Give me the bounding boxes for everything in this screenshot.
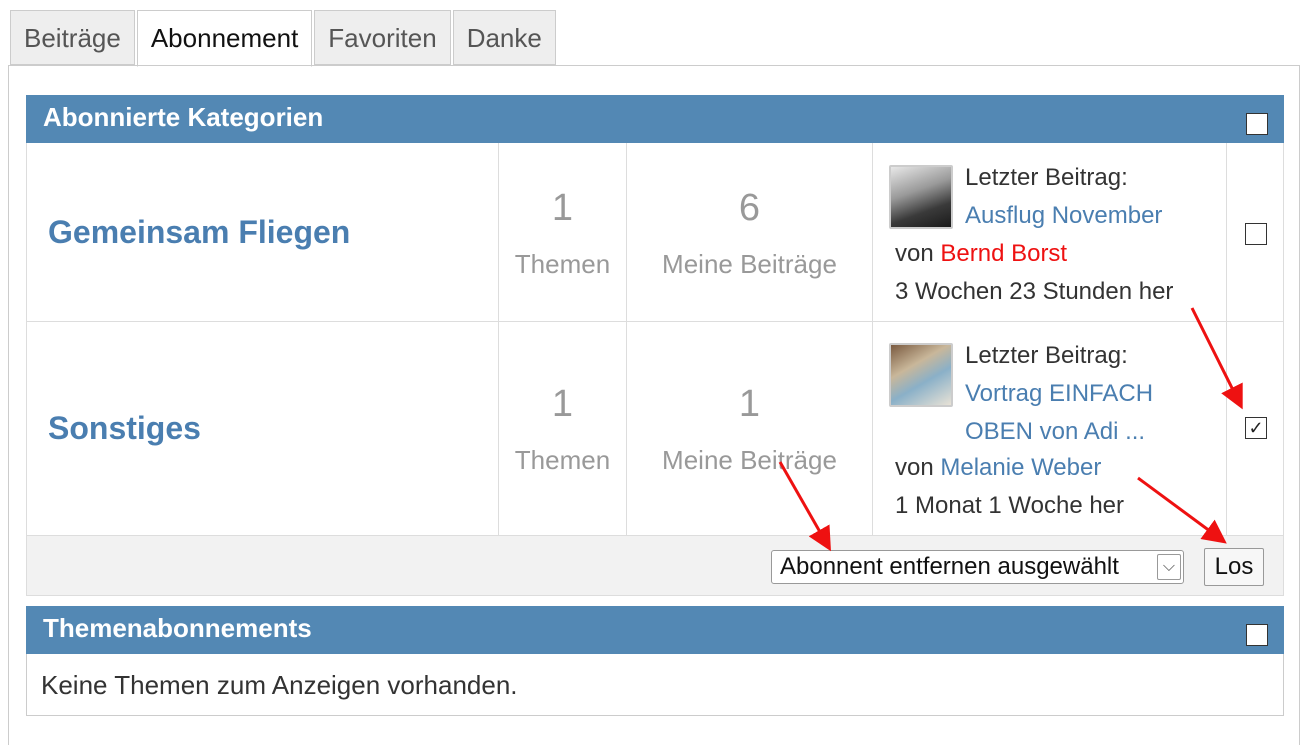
- category-link[interactable]: Sonstiges: [48, 321, 201, 535]
- row-checkbox[interactable]: [1245, 223, 1267, 245]
- topics-label: Themen: [514, 445, 611, 475]
- last-post-label: Letzter Beitrag:: [965, 164, 1128, 191]
- author-link[interactable]: Bernd Borst: [940, 240, 1067, 267]
- last-post-cell: Letzter Beitrag: Vortrag EINFACH OBEN vo…: [873, 321, 1227, 535]
- bulk-action-selected: Abonnent entfernen ausgewählt: [780, 553, 1119, 580]
- last-post-info: Letzter Beitrag: Ausflug November: [965, 159, 1225, 235]
- last-post-label: Letzter Beitrag:: [965, 342, 1128, 369]
- author-link[interactable]: Melanie Weber: [940, 454, 1101, 481]
- by-label: von: [895, 454, 934, 481]
- topics-section-title: Themenabonnements: [43, 613, 312, 643]
- select-all-topics-checkbox[interactable]: [1246, 624, 1268, 646]
- category-row: Gemeinsam Fliegen 1 Themen 6 Meine Beitr…: [27, 143, 1283, 322]
- row-check-cell: ✓: [1227, 321, 1283, 535]
- posts-label: Meine Beiträge: [662, 249, 837, 279]
- topics-label: Themen: [514, 249, 611, 279]
- posts-count-cell: 6 Meine Beiträge: [627, 143, 873, 321]
- tab-bar: Beiträge Abonnement Favoriten Danke: [10, 10, 558, 67]
- category-link[interactable]: Gemeinsam Fliegen: [48, 143, 350, 321]
- chevron-down-icon[interactable]: ⌵: [1157, 554, 1181, 580]
- by-label: von: [895, 240, 934, 267]
- category-name-cell: Gemeinsam Fliegen: [27, 143, 499, 321]
- category-row: Sonstiges 1 Themen 1 Meine Beiträge Letz…: [27, 321, 1283, 535]
- select-all-categories-checkbox[interactable]: [1246, 113, 1268, 135]
- checkmark-icon: ✓: [1248, 418, 1264, 438]
- topics-count: 1: [551, 187, 574, 229]
- posts-count: 6: [738, 187, 761, 229]
- topics-count-cell: 1 Themen: [499, 143, 627, 321]
- avatar[interactable]: [889, 165, 953, 229]
- tab-beitraege[interactable]: Beiträge: [10, 10, 135, 65]
- tab-abonnement[interactable]: Abonnement: [136, 10, 313, 67]
- category-name-cell: Sonstiges: [27, 321, 499, 535]
- last-post-time: 3 Wochen 23 Stunden her: [895, 278, 1174, 305]
- categories-section-header: Abonnierte Kategorien: [26, 95, 1284, 143]
- empty-topics-message: Keine Themen zum Anzeigen vorhanden.: [26, 654, 1284, 716]
- last-post-info: Letzter Beitrag: Vortrag EINFACH OBEN vo…: [965, 337, 1225, 451]
- topics-section-header: Themenabonnements: [26, 606, 1284, 654]
- last-post-time: 1 Monat 1 Woche her: [895, 492, 1125, 519]
- posts-count-cell: 1 Meine Beiträge: [627, 321, 873, 535]
- last-post-link[interactable]: Vortrag EINFACH OBEN von Adi ...: [965, 375, 1225, 451]
- row-checkbox[interactable]: ✓: [1245, 417, 1267, 439]
- categories-table: Gemeinsam Fliegen 1 Themen 6 Meine Beitr…: [26, 143, 1284, 536]
- bulk-action-select[interactable]: Abonnent entfernen ausgewählt ⌵: [771, 550, 1184, 584]
- last-post-author-line: von Bernd Borst: [895, 235, 1067, 273]
- bulk-action-bar: Abonnent entfernen ausgewählt ⌵ Los: [26, 536, 1284, 596]
- last-post-link[interactable]: Ausflug November: [965, 197, 1225, 235]
- posts-count: 1: [738, 383, 761, 425]
- tab-danke[interactable]: Danke: [452, 10, 556, 65]
- topics-count-cell: 1 Themen: [499, 321, 627, 535]
- categories-section-title: Abonnierte Kategorien: [43, 102, 324, 132]
- last-post-author-line: von Melanie Weber: [895, 449, 1101, 487]
- posts-label: Meine Beiträge: [662, 445, 837, 475]
- avatar[interactable]: [889, 343, 953, 407]
- row-check-cell: [1227, 143, 1283, 321]
- last-post-cell: Letzter Beitrag: Ausflug November von Be…: [873, 143, 1227, 321]
- topics-count: 1: [551, 383, 574, 425]
- go-button[interactable]: Los: [1204, 548, 1264, 586]
- tab-favoriten[interactable]: Favoriten: [314, 10, 451, 65]
